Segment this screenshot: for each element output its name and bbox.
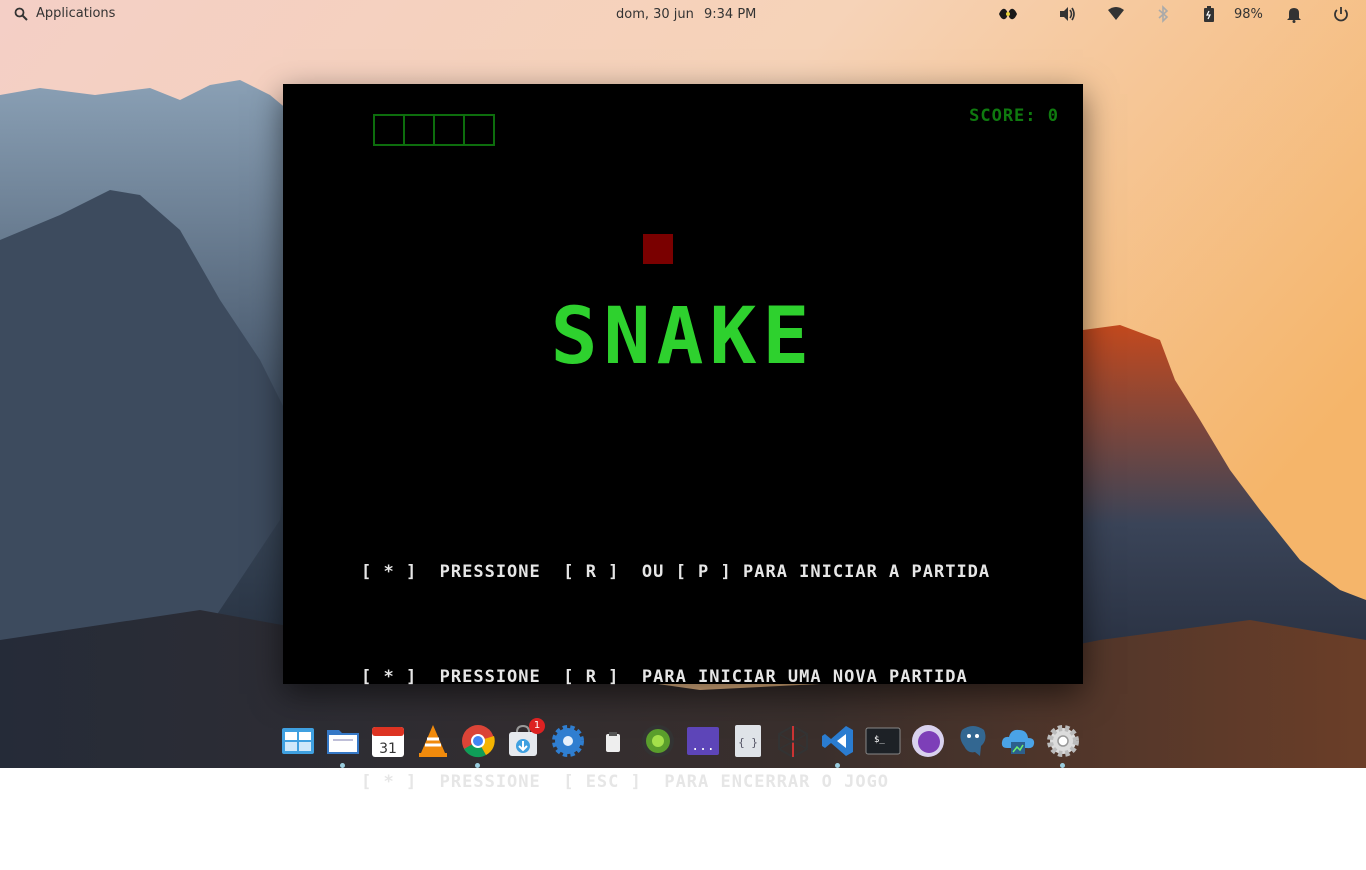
power-icon[interactable] [1332, 5, 1350, 23]
dock-green-orb[interactable] [639, 722, 677, 760]
green-orb-icon [642, 725, 674, 757]
bluetooth-icon[interactable] [1156, 5, 1170, 23]
cloud-icon [1001, 729, 1035, 754]
dock-appcenter[interactable]: 1 [504, 718, 545, 760]
system-settings-icon [1047, 725, 1079, 757]
dock-calendar[interactable]: 31 [369, 722, 407, 760]
wifi-icon[interactable] [1107, 5, 1125, 23]
running-indicator [1060, 763, 1065, 768]
calendar-day: 31 [379, 741, 397, 757]
clipboard-icon [606, 732, 620, 752]
settings-gear-icon [552, 725, 584, 757]
dock-postgresql[interactable] [954, 722, 992, 760]
dock-code-editor[interactable]: { } [729, 722, 767, 760]
notifications-bell-icon[interactable] [1285, 5, 1303, 23]
update-badge: 1 [529, 718, 545, 734]
files-icon [327, 730, 359, 754]
applications-menu[interactable]: Applications [14, 6, 115, 21]
network-web-icon [778, 724, 808, 759]
chrome-icon [462, 725, 495, 758]
battery-icon[interactable] [1203, 5, 1215, 23]
applications-label: Applications [36, 6, 116, 21]
instructions: [ * ] PRESSIONE [ R ] OU [ P ] PARA INIC… [361, 485, 990, 870]
vscode-icon [822, 726, 853, 756]
life-box [433, 114, 465, 146]
terminal-prompt-label: $_ [874, 735, 885, 745]
game-title: SNAKE [550, 292, 816, 382]
running-indicator [475, 763, 480, 768]
code-braces-icon: { } [735, 725, 761, 757]
food-block [643, 234, 673, 264]
dock: 31 1 ... {} $_ [279, 718, 1082, 768]
code-braces-label: { } [738, 736, 758, 749]
instruction-line-quit: [ * ] PRESSIONE [ ESC ] PARA ENCERRAR O … [361, 772, 890, 792]
running-indicator [835, 763, 840, 768]
purple-orb-icon [912, 725, 944, 757]
dock-clipboard[interactable] [594, 722, 632, 760]
dock-multitasking-view[interactable] [279, 722, 317, 760]
dock-chrome[interactable] [459, 722, 497, 768]
dock-network-web[interactable] [774, 722, 812, 760]
dock-system-settings[interactable] [1044, 722, 1082, 768]
search-icon [14, 7, 28, 21]
battery-percent: 98% [1234, 7, 1263, 22]
postgresql-icon [960, 726, 986, 756]
score-label: SCORE: 0 [969, 106, 1059, 126]
lives-indicator [373, 114, 495, 146]
dock-vlc[interactable] [414, 722, 452, 760]
calendar-icon: 31 [372, 727, 404, 757]
terminal-purple-label: ... [691, 739, 714, 754]
instruction-line-start: [ * ] PRESSIONE [ R ] OU [ P ] PARA INIC… [361, 562, 991, 582]
vlc-icon [419, 725, 447, 757]
panel-date[interactable]: dom, 30 jun [616, 7, 694, 22]
dock-terminal[interactable]: $_ [864, 722, 902, 760]
terminal-icon: $_ [865, 727, 901, 755]
running-indicator [340, 763, 345, 768]
dock-vscode[interactable] [819, 722, 857, 768]
top-panel: Applications dom, 30 jun 9:34 PM 98% [0, 0, 1366, 29]
dock-settings-gear[interactable] [549, 722, 587, 760]
life-box [373, 114, 405, 146]
instruction-line-restart: [ * ] PRESSIONE [ R ] PARA INICIAR UMA N… [361, 667, 968, 687]
terminal-purple-icon: ... [687, 727, 719, 755]
snake-game-window[interactable]: SCORE: 0 SNAKE [ * ] PRESSIONE [ R ] OU … [283, 84, 1083, 792]
app-indicator-icon[interactable] [997, 5, 1019, 23]
life-box [463, 114, 495, 146]
dock-terminal-purple[interactable]: ... [684, 722, 722, 760]
volume-icon[interactable] [1058, 5, 1076, 23]
dock-files[interactable] [324, 722, 362, 768]
dock-purple-orb[interactable] [909, 722, 947, 760]
dock-cloud[interactable] [999, 722, 1037, 760]
multitasking-view-icon [282, 728, 314, 754]
life-box [403, 114, 435, 146]
panel-time[interactable]: 9:34 PM [704, 7, 756, 22]
